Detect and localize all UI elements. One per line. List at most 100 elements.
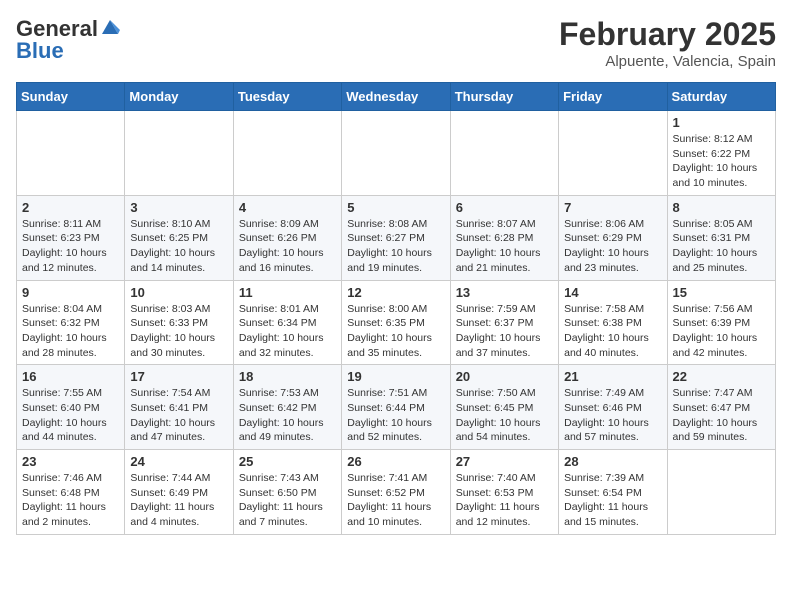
day-number: 15 <box>673 285 770 300</box>
day-info: Sunrise: 7:40 AM Sunset: 6:53 PM Dayligh… <box>456 471 553 530</box>
day-number: 19 <box>347 369 444 384</box>
calendar-cell: 21 Sunrise: 7:49 AM Sunset: 6:46 PM Dayli… <box>559 365 667 450</box>
day-number: 1 <box>673 115 770 130</box>
day-number: 10 <box>130 285 227 300</box>
calendar-cell: 20 Sunrise: 7:50 AM Sunset: 6:45 PM Dayli… <box>450 365 558 450</box>
day-number: 24 <box>130 454 227 469</box>
weekday-header-tuesday: Tuesday <box>233 83 341 111</box>
calendar-cell <box>559 111 667 196</box>
day-number: 14 <box>564 285 661 300</box>
day-info: Sunrise: 7:53 AM Sunset: 6:42 PM Dayligh… <box>239 386 336 445</box>
weekday-header-row: SundayMondayTuesdayWednesdayThursdayFrid… <box>17 83 776 111</box>
calendar-cell: 27 Sunrise: 7:40 AM Sunset: 6:53 PM Dayli… <box>450 450 558 535</box>
calendar-cell: 1 Sunrise: 8:12 AM Sunset: 6:22 PM Daylig… <box>667 111 775 196</box>
logo: General Blue <box>16 16 120 64</box>
day-number: 7 <box>564 200 661 215</box>
calendar-cell: 23Sunrise: 7:46 AM Sunset: 6:48 PM Dayli… <box>17 450 125 535</box>
calendar-cell: 12 Sunrise: 8:00 AM Sunset: 6:35 PM Dayli… <box>342 280 450 365</box>
calendar-cell: 9 Sunrise: 8:04 AM Sunset: 6:32 PM Daylig… <box>17 280 125 365</box>
day-number: 3 <box>130 200 227 215</box>
calendar-cell: 26 Sunrise: 7:41 AM Sunset: 6:52 PM Dayli… <box>342 450 450 535</box>
calendar-cell: 25 Sunrise: 7:43 AM Sunset: 6:50 PM Dayli… <box>233 450 341 535</box>
day-number: 6 <box>456 200 553 215</box>
calendar-cell: 2 Sunrise: 8:11 AM Sunset: 6:23 PM Daylig… <box>17 195 125 280</box>
calendar-table: SundayMondayTuesdayWednesdayThursdayFrid… <box>16 82 776 535</box>
day-number: 25 <box>239 454 336 469</box>
calendar-cell: 17Sunrise: 7:54 AM Sunset: 6:41 PM Dayli… <box>125 365 233 450</box>
calendar-cell: 28Sunrise: 7:39 AM Sunset: 6:54 PM Dayli… <box>559 450 667 535</box>
page-header: General Blue February 2025 Alpuente, Val… <box>16 16 776 70</box>
day-info: Sunrise: 7:55 AM Sunset: 6:40 PM Dayligh… <box>22 386 119 445</box>
day-number: 5 <box>347 200 444 215</box>
calendar-week-row: 23Sunrise: 7:46 AM Sunset: 6:48 PM Dayli… <box>17 450 776 535</box>
calendar-cell: 5Sunrise: 8:08 AM Sunset: 6:27 PM Daylig… <box>342 195 450 280</box>
day-info: Sunrise: 8:07 AM Sunset: 6:28 PM Dayligh… <box>456 217 553 276</box>
weekday-header-friday: Friday <box>559 83 667 111</box>
calendar-week-row: 2 Sunrise: 8:11 AM Sunset: 6:23 PM Daylig… <box>17 195 776 280</box>
calendar-cell <box>233 111 341 196</box>
day-number: 12 <box>347 285 444 300</box>
day-number: 2 <box>22 200 119 215</box>
day-info: Sunrise: 7:56 AM Sunset: 6:39 PM Dayligh… <box>673 302 770 361</box>
calendar-cell: 4 Sunrise: 8:09 AM Sunset: 6:26 PM Daylig… <box>233 195 341 280</box>
day-number: 27 <box>456 454 553 469</box>
day-number: 21 <box>564 369 661 384</box>
day-info: Sunrise: 7:44 AM Sunset: 6:49 PM Dayligh… <box>130 471 227 530</box>
calendar-cell: 14 Sunrise: 7:58 AM Sunset: 6:38 PM Dayli… <box>559 280 667 365</box>
calendar-cell: 6 Sunrise: 8:07 AM Sunset: 6:28 PM Daylig… <box>450 195 558 280</box>
day-info: Sunrise: 7:54 AM Sunset: 6:41 PM Dayligh… <box>130 386 227 445</box>
day-info: Sunrise: 7:59 AM Sunset: 6:37 PM Dayligh… <box>456 302 553 361</box>
day-info: Sunrise: 7:43 AM Sunset: 6:50 PM Dayligh… <box>239 471 336 530</box>
calendar-cell: 10 Sunrise: 8:03 AM Sunset: 6:33 PM Dayli… <box>125 280 233 365</box>
calendar-cell: 7Sunrise: 8:06 AM Sunset: 6:29 PM Daylig… <box>559 195 667 280</box>
day-info: Sunrise: 7:41 AM Sunset: 6:52 PM Dayligh… <box>347 471 444 530</box>
calendar-cell: 8 Sunrise: 8:05 AM Sunset: 6:31 PM Daylig… <box>667 195 775 280</box>
calendar-cell: 3 Sunrise: 8:10 AM Sunset: 6:25 PM Daylig… <box>125 195 233 280</box>
calendar-cell: 24 Sunrise: 7:44 AM Sunset: 6:49 PM Dayli… <box>125 450 233 535</box>
day-info: Sunrise: 8:11 AM Sunset: 6:23 PM Dayligh… <box>22 217 119 276</box>
title-block: February 2025 Alpuente, Valencia, Spain <box>559 16 776 70</box>
logo-icon <box>100 16 120 36</box>
calendar-cell: 22Sunrise: 7:47 AM Sunset: 6:47 PM Dayli… <box>667 365 775 450</box>
day-number: 8 <box>673 200 770 215</box>
day-number: 9 <box>22 285 119 300</box>
day-number: 4 <box>239 200 336 215</box>
day-info: Sunrise: 7:46 AM Sunset: 6:48 PM Dayligh… <box>22 471 119 530</box>
calendar-cell: 16 Sunrise: 7:55 AM Sunset: 6:40 PM Dayli… <box>17 365 125 450</box>
day-info: Sunrise: 8:00 AM Sunset: 6:35 PM Dayligh… <box>347 302 444 361</box>
day-number: 20 <box>456 369 553 384</box>
location-subtitle: Alpuente, Valencia, Spain <box>559 53 776 70</box>
calendar-cell <box>125 111 233 196</box>
day-info: Sunrise: 8:03 AM Sunset: 6:33 PM Dayligh… <box>130 302 227 361</box>
month-title: February 2025 <box>559 16 776 53</box>
day-info: Sunrise: 8:09 AM Sunset: 6:26 PM Dayligh… <box>239 217 336 276</box>
day-info: Sunrise: 8:05 AM Sunset: 6:31 PM Dayligh… <box>673 217 770 276</box>
day-info: Sunrise: 8:04 AM Sunset: 6:32 PM Dayligh… <box>22 302 119 361</box>
day-number: 16 <box>22 369 119 384</box>
calendar-cell: 18Sunrise: 7:53 AM Sunset: 6:42 PM Dayli… <box>233 365 341 450</box>
calendar-cell: 11Sunrise: 8:01 AM Sunset: 6:34 PM Dayli… <box>233 280 341 365</box>
day-number: 26 <box>347 454 444 469</box>
calendar-week-row: 9 Sunrise: 8:04 AM Sunset: 6:32 PM Daylig… <box>17 280 776 365</box>
weekday-header-saturday: Saturday <box>667 83 775 111</box>
weekday-header-thursday: Thursday <box>450 83 558 111</box>
day-info: Sunrise: 7:50 AM Sunset: 6:45 PM Dayligh… <box>456 386 553 445</box>
calendar-cell <box>17 111 125 196</box>
weekday-header-sunday: Sunday <box>17 83 125 111</box>
day-info: Sunrise: 7:51 AM Sunset: 6:44 PM Dayligh… <box>347 386 444 445</box>
day-info: Sunrise: 8:10 AM Sunset: 6:25 PM Dayligh… <box>130 217 227 276</box>
day-info: Sunrise: 7:39 AM Sunset: 6:54 PM Dayligh… <box>564 471 661 530</box>
day-number: 13 <box>456 285 553 300</box>
day-info: Sunrise: 8:12 AM Sunset: 6:22 PM Dayligh… <box>673 132 770 191</box>
day-info: Sunrise: 7:58 AM Sunset: 6:38 PM Dayligh… <box>564 302 661 361</box>
day-info: Sunrise: 8:01 AM Sunset: 6:34 PM Dayligh… <box>239 302 336 361</box>
calendar-week-row: 1 Sunrise: 8:12 AM Sunset: 6:22 PM Daylig… <box>17 111 776 196</box>
calendar-cell <box>450 111 558 196</box>
calendar-cell: 13 Sunrise: 7:59 AM Sunset: 6:37 PM Dayli… <box>450 280 558 365</box>
weekday-header-wednesday: Wednesday <box>342 83 450 111</box>
day-info: Sunrise: 7:49 AM Sunset: 6:46 PM Dayligh… <box>564 386 661 445</box>
weekday-header-monday: Monday <box>125 83 233 111</box>
day-info: Sunrise: 7:47 AM Sunset: 6:47 PM Dayligh… <box>673 386 770 445</box>
calendar-cell <box>342 111 450 196</box>
calendar-cell: 15 Sunrise: 7:56 AM Sunset: 6:39 PM Dayli… <box>667 280 775 365</box>
